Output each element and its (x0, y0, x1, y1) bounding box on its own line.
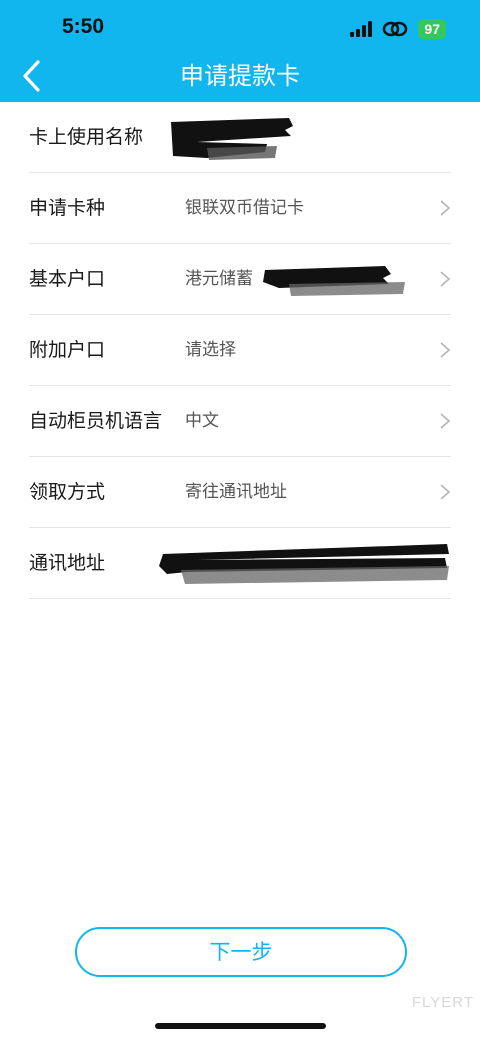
chevron-right-icon (440, 342, 451, 358)
row-label: 领取方式 (29, 481, 106, 503)
status-icons: 97 (350, 18, 446, 40)
row-value: 港元储蓄 (185, 269, 253, 289)
row-value: 请选择 (185, 340, 236, 360)
row-label: 基本户口 (29, 268, 106, 290)
row-value: 银联双币借记卡 (185, 198, 304, 218)
next-step-button[interactable]: 下一步 (75, 927, 407, 977)
row-label: 自动柜员机语言 (29, 410, 163, 432)
row-label: 申请卡种 (29, 197, 106, 219)
row-delivery-method[interactable]: 领取方式 寄往通讯地址 (29, 457, 451, 528)
row-value: 中文 (185, 411, 219, 431)
app-header: 5:50 97 申请提款卡 (0, 0, 480, 102)
redacted-name (171, 118, 293, 160)
row-label: 卡上使用名称 (29, 126, 144, 148)
watermark-logo: FLYERT (411, 994, 474, 1011)
home-indicator[interactable] (155, 1023, 326, 1029)
row-atm-language[interactable]: 自动柜员机语言 中文 (29, 386, 451, 457)
chevron-right-icon (440, 200, 451, 216)
chevron-right-icon (440, 271, 451, 287)
signal-icon (350, 21, 373, 37)
form-list: 卡上使用名称 申请卡种 银联双币借记卡 基本户口 港元储蓄 附加户口 请选择 自… (0, 102, 480, 599)
row-primary-account[interactable]: 基本户口 港元储蓄 (29, 244, 451, 315)
row-value: 寄往通讯地址 (185, 482, 287, 502)
redacted-account (263, 266, 405, 296)
redacted-address (159, 544, 449, 584)
row-card-type[interactable]: 申请卡种 银联双币借记卡 (29, 173, 451, 244)
row-label: 通讯地址 (29, 552, 106, 574)
page-title: 申请提款卡 (180, 62, 300, 90)
row-secondary-account[interactable]: 附加户口 请选择 (29, 315, 451, 386)
battery-level: 97 (424, 21, 440, 37)
chevron-right-icon (440, 484, 451, 500)
chevron-right-icon (440, 413, 451, 429)
link-icon (383, 21, 408, 37)
status-time: 5:50 (62, 15, 105, 38)
row-label: 附加户口 (29, 339, 106, 361)
row-card-name[interactable]: 卡上使用名称 (29, 102, 451, 173)
row-mailing-address[interactable]: 通讯地址 (29, 528, 451, 599)
battery-icon: 97 (418, 19, 446, 39)
